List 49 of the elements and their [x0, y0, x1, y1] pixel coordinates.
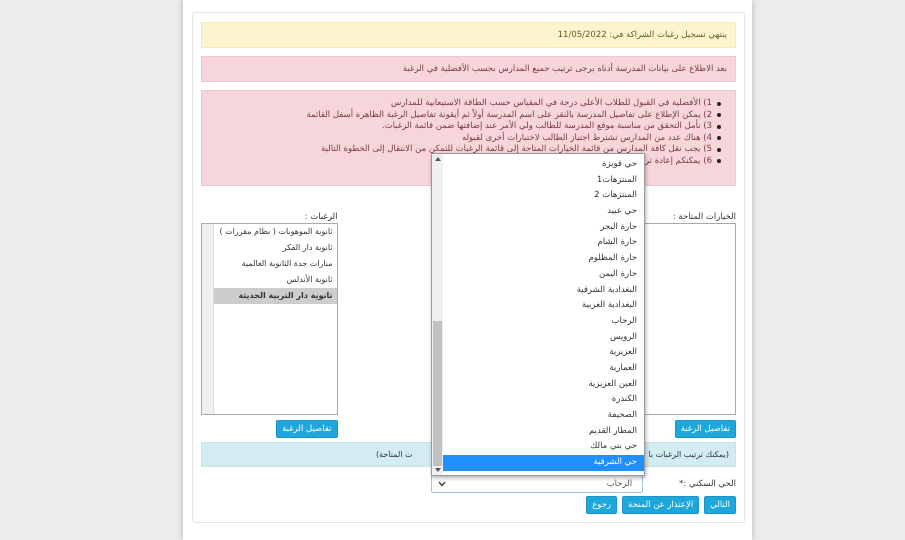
- chevron-icon: [438, 481, 446, 487]
- dropdown-option[interactable]: المنتزهات 2: [443, 188, 644, 204]
- wishes-label: الرغبات :: [304, 211, 338, 223]
- hint-text: (يمكنك ترتيب الرغبات با: [648, 450, 729, 459]
- bullet-icon: [717, 136, 721, 140]
- wish-item[interactable]: ثانوية دار الفكر: [214, 240, 336, 256]
- wish-item[interactable]: منارات جدة الثانوية العالمية: [214, 256, 336, 272]
- wish-item[interactable]: ثانوية الموهوبات ( نظام مقررات ): [214, 224, 336, 240]
- bullet-icon: [717, 159, 721, 164]
- hint-text: ت المتاحة): [376, 450, 413, 459]
- dropdown-option[interactable]: العزيزية: [443, 345, 644, 361]
- deadline-text: ينتهي تسجيل رغبات الشراكة في: 11/05/2022: [558, 30, 727, 40]
- rule-text: 2) يمكن الإطلاع على تفاصيل المدرسة بالنقر على اسم المدرسة أولاً ثم أيقونة تفاصيل الرغبة الظاهرة أسفل القائمة: [306, 110, 712, 120]
- dropdown-option[interactable]: الكندرة: [443, 392, 644, 408]
- wishes-listbox[interactable]: ثانوية الموهوبات ( نظام مقررات ) ثانوية دار الفكر منارات جدة الثانوية العالمية ثانوية الأندلس ثانوية دار التربية الحديثة: [201, 223, 338, 415]
- available-label: الخيارات المتاحة :: [672, 211, 736, 223]
- dropdown-option[interactable]: الرحاب: [443, 314, 644, 330]
- dropdown-option[interactable]: حارة الشام: [443, 235, 644, 252]
- district-label: الحي السكني :*: [679, 479, 736, 489]
- bullet-icon: [717, 102, 721, 106]
- wish-item[interactable]: ثانوية دار التربية الحديثة: [214, 288, 336, 304]
- dropdown-option[interactable]: حارة البحر: [443, 220, 644, 236]
- rule-text: 5) يجب نقل كافة المدارس من قائمة الخيارات المتاحة إلى قائمة الرغبات للتمكن من الانتقال إلى الخطوة التالية: [321, 144, 712, 156]
- dropdown-option[interactable]: الرويس: [443, 330, 644, 346]
- bullet-icon: [717, 113, 721, 118]
- dropdown-option[interactable]: العين العزيزية: [443, 376, 644, 392]
- scroll-up-icon[interactable]: [434, 157, 440, 161]
- dropdown-option[interactable]: حارة اليمن: [443, 266, 644, 282]
- dropdown-option[interactable]: المطار القديم: [443, 424, 644, 440]
- scrollbar[interactable]: [202, 224, 214, 414]
- bullet-icon: [717, 148, 721, 152]
- dropdown-option[interactable]: حي بني مالك: [443, 439, 644, 456]
- bullet-icon: [717, 124, 721, 129]
- dropdown-option[interactable]: العمارية: [443, 360, 644, 377]
- rule-text: 3) نأمل التحقق من مناسبة موقع المدرسة للطالب ولي الأمر عند إضافتها ضمن قائمة الرغبات.: [382, 121, 712, 132]
- dropdown-option[interactable]: البغدادية الغربية: [443, 298, 644, 314]
- scroll-thumb[interactable]: [433, 321, 442, 466]
- dropdown-option[interactable]: البغدادية الشرقية: [443, 282, 644, 298]
- wish-item[interactable]: ثانوية الأندلس: [214, 272, 336, 288]
- dropdown-option[interactable]: الصحيفة: [443, 408, 644, 424]
- rule-text: 6) يمكنكم إعادة تر: [644, 156, 712, 167]
- dropdown-option[interactable]: حارة المظلوم: [443, 251, 644, 267]
- dropdown-option[interactable]: المنتزهات1: [443, 172, 644, 188]
- rule-text: 4) هناك عدد من المدارس تشترط اجتياز الطالب لاختبارات أخرى لقبوله: [462, 132, 712, 144]
- dropdown-option[interactable]: حي عبيد: [443, 204, 644, 220]
- rule-text: 1) الأفضلية في القبول للطلاب الأعلى درجة في المقياس حسب الطاقة الاستيعابية للمدارس: [390, 98, 712, 108]
- scrollbar[interactable]: [432, 154, 443, 475]
- dropdown-option[interactable]: حي قويزة: [443, 157, 644, 173]
- instruction-text: بعد الاطلاع على بيانات المدرسة أدناه يرجى ترتيب جميع المدارس بحسب الأفضلية في الرغبة: [402, 64, 727, 74]
